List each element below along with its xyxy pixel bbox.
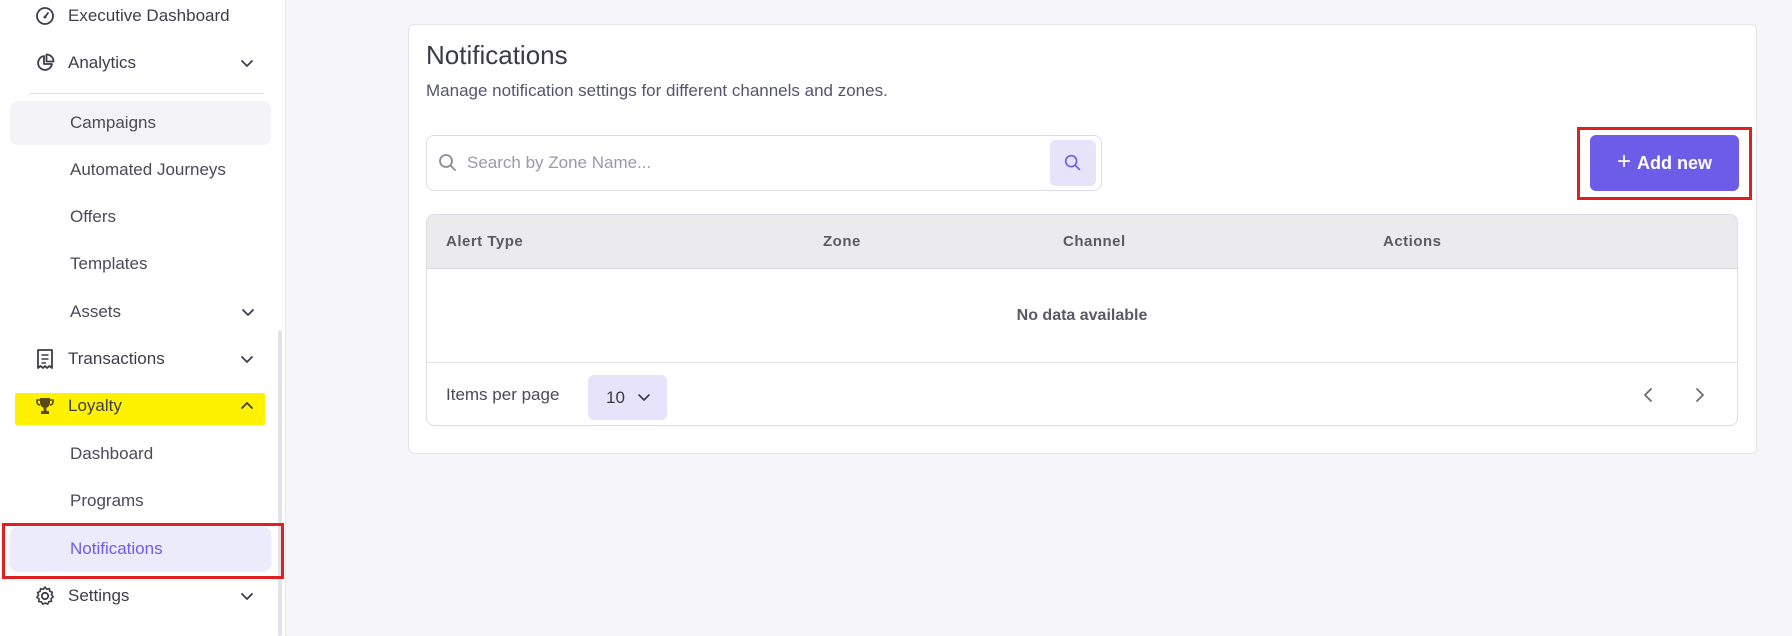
notifications-table: Alert Type Zone Channel Actions No data … bbox=[426, 214, 1738, 426]
chevron-down-icon[interactable] bbox=[239, 55, 255, 71]
search-input[interactable] bbox=[467, 148, 1047, 178]
column-header-alert-type[interactable]: Alert Type bbox=[446, 233, 523, 250]
sidebar-divider bbox=[30, 93, 264, 94]
annotation-box bbox=[2, 523, 284, 579]
page-title: Notifications bbox=[426, 40, 568, 70]
sidebar-item-label: Executive Dashboard bbox=[68, 6, 230, 25]
page-subtitle: Manage notification settings for differe… bbox=[426, 81, 888, 100]
next-page-icon[interactable] bbox=[1689, 385, 1709, 405]
sidebar-item-programs[interactable]: Programs bbox=[10, 479, 271, 523]
sidebar-item-label: Assets bbox=[70, 302, 122, 321]
search-icon bbox=[1064, 154, 1081, 171]
sidebar-item-label: Loyalty bbox=[68, 396, 122, 415]
search-button[interactable] bbox=[1050, 140, 1096, 186]
sidebar-item-label: Settings bbox=[68, 586, 130, 605]
table-header: Alert Type Zone Channel Actions bbox=[427, 215, 1737, 269]
items-per-page-select[interactable]: 10 bbox=[588, 375, 667, 420]
sidebar-item-campaigns[interactable]: Campaigns bbox=[10, 101, 271, 145]
gear-icon bbox=[34, 585, 56, 607]
sidebar-item-analytics[interactable]: Analytics bbox=[15, 41, 265, 85]
sidebar-item-offers[interactable]: Offers bbox=[10, 195, 271, 239]
gauge-icon bbox=[34, 5, 56, 27]
sidebar-item-label: Transactions bbox=[68, 349, 165, 368]
sidebar-item-settings[interactable]: Settings bbox=[15, 574, 265, 618]
sidebar-item-label: Analytics bbox=[68, 53, 137, 72]
sidebar-item-assets[interactable]: Assets bbox=[10, 290, 271, 334]
sidebar-item-executive-dashboard[interactable]: Executive Dashboard bbox=[15, 0, 265, 38]
sidebar-item-loyalty-dashboard[interactable]: Dashboard bbox=[10, 432, 271, 476]
table-footer: Items per page 10 bbox=[427, 363, 1737, 425]
column-header-actions: Actions bbox=[1383, 233, 1442, 250]
chevron-down-icon[interactable] bbox=[239, 351, 255, 367]
chevron-up-icon[interactable] bbox=[239, 398, 255, 414]
search-icon bbox=[439, 154, 456, 171]
sidebar-item-automated-journeys[interactable]: Automated Journeys bbox=[10, 148, 271, 192]
sidebar-item-transactions[interactable]: Transactions bbox=[15, 337, 265, 381]
sidebar-item-loyalty[interactable]: Loyalty bbox=[15, 384, 265, 428]
annotation-box bbox=[1577, 127, 1752, 200]
empty-state: No data available bbox=[427, 269, 1737, 363]
chevron-down-icon[interactable] bbox=[239, 588, 255, 604]
sidebar-scrollbar[interactable] bbox=[278, 330, 282, 636]
previous-page-icon[interactable] bbox=[1639, 385, 1659, 405]
chevron-down-icon[interactable] bbox=[240, 304, 256, 320]
items-per-page-value: 10 bbox=[606, 387, 625, 407]
sidebar-item-templates[interactable]: Templates bbox=[10, 242, 271, 286]
trophy-icon bbox=[34, 395, 56, 417]
receipt-icon bbox=[34, 348, 56, 370]
search-bar bbox=[426, 135, 1102, 191]
items-per-page-label: Items per page bbox=[446, 385, 560, 404]
sidebar: Executive Dashboard Analytics Campaigns … bbox=[0, 0, 286, 636]
column-header-zone[interactable]: Zone bbox=[823, 233, 861, 250]
chevron-down-icon bbox=[638, 394, 650, 401]
column-header-channel[interactable]: Channel bbox=[1063, 233, 1126, 250]
pie-chart-icon bbox=[34, 52, 56, 74]
